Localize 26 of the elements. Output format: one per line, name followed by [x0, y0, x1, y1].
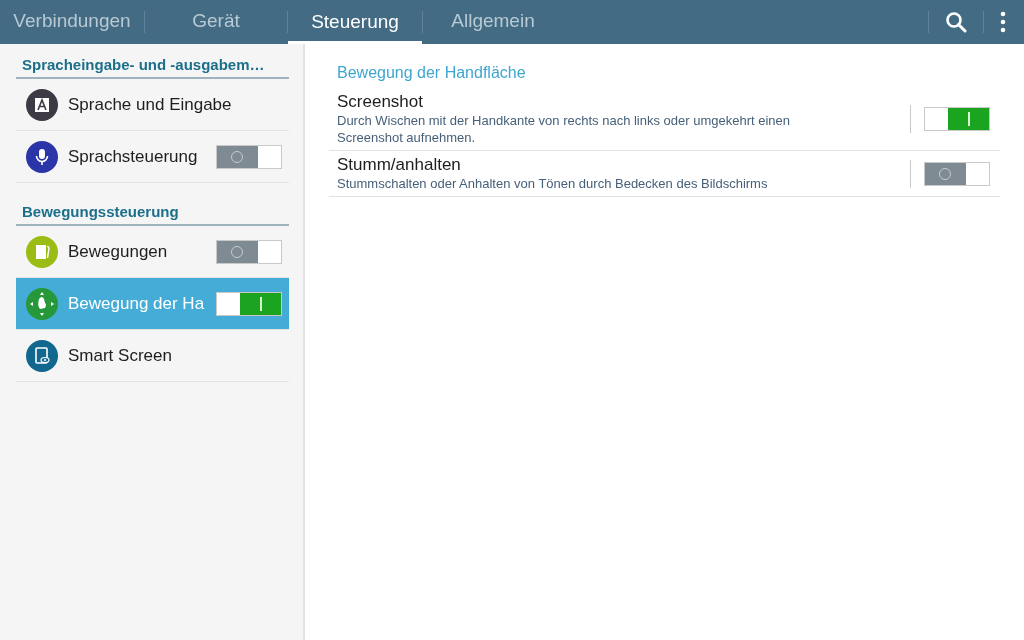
- more-options-icon[interactable]: [1000, 11, 1006, 33]
- sidebar-item[interactable]: Smart Screen: [16, 330, 289, 382]
- tab[interactable]: Allgemein: [423, 0, 563, 44]
- setting-title: Stumm/anhalten: [337, 155, 462, 175]
- section-heading: Spracheingabe- und -ausgabem…: [16, 54, 289, 79]
- toggle-switch[interactable]: [216, 239, 282, 264]
- item-label: Smart Screen: [68, 345, 173, 366]
- item-label: Bewegungen: [68, 241, 169, 262]
- search-icon[interactable]: [945, 11, 967, 33]
- item-label: Sprache und Eingabe: [68, 94, 233, 115]
- toggle-switch[interactable]: [216, 144, 282, 169]
- sidebar-item[interactable]: Sprache und Eingabe: [16, 79, 289, 131]
- page-title: Bewegung der Handfläche: [336, 64, 527, 83]
- section-heading: Bewegungssteuerung: [16, 201, 289, 226]
- tab[interactable]: Gerät: [145, 0, 287, 44]
- setting-description: Stummschalten oder Anhalten von Tönen durch Bedecken des Bildschirms: [337, 175, 769, 192]
- item-label: Sprachsteuerung: [68, 146, 199, 167]
- sidebar-item[interactable]: Bewegungen: [16, 226, 289, 278]
- item-label: Bewegung der Ha: [68, 293, 206, 314]
- toggle-switch[interactable]: [924, 161, 990, 186]
- toggle-switch[interactable]: [216, 291, 282, 316]
- tab[interactable]: Verbindungen: [0, 0, 144, 44]
- setting-title: Screenshot: [337, 92, 424, 112]
- setting-description: Durch Wischen mit der Handkante von rechts nach links oder umgekehrt einen Screenshot aufnehmen.: [337, 112, 792, 146]
- toggle-switch[interactable]: [924, 107, 990, 131]
- sidebar-item[interactable]: Sprachsteuerung: [16, 131, 289, 183]
